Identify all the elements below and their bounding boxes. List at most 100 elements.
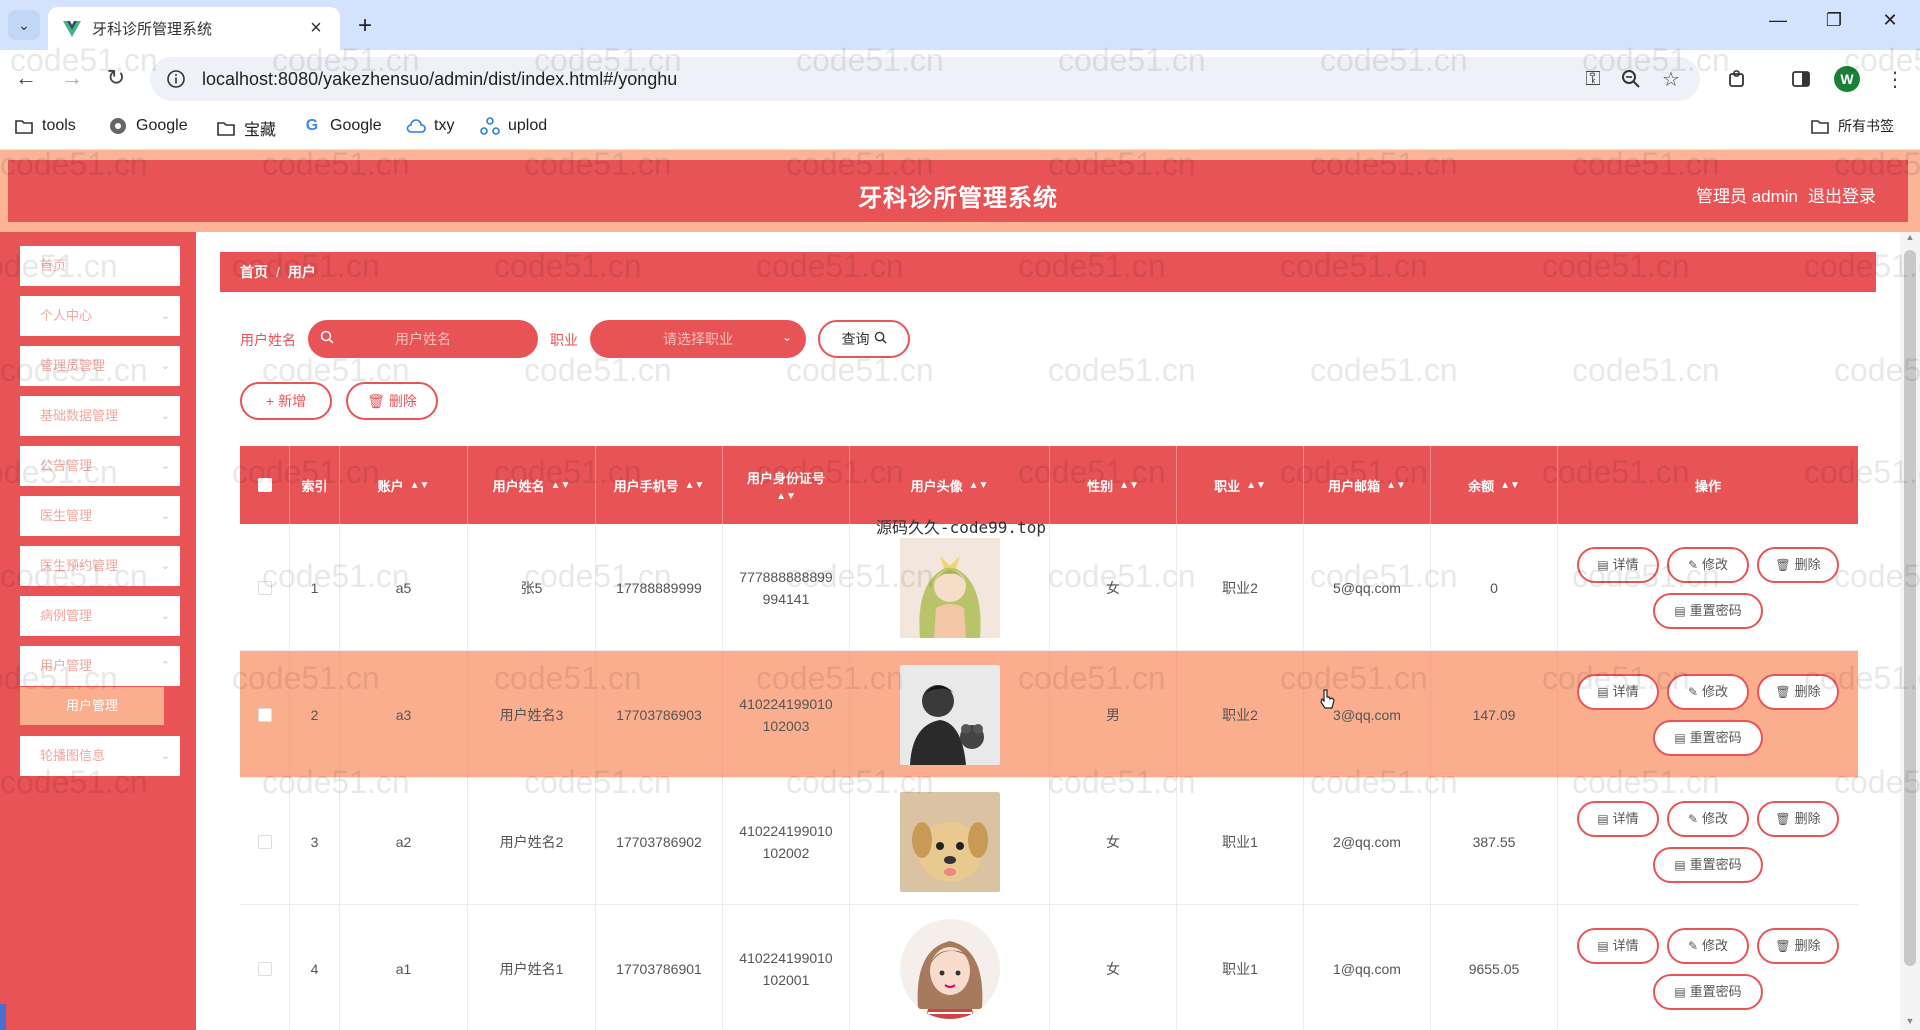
cell-avatar	[850, 778, 1050, 905]
sidebar-item-doctors[interactable]: 医生管理 ⌄	[20, 496, 180, 536]
job-filter-select[interactable]: 请选择职业 ⌄	[590, 320, 806, 358]
row-checkbox[interactable]	[240, 651, 290, 778]
bookmark-txy[interactable]: txy	[406, 116, 454, 136]
col-balance[interactable]: 余额 ▲▼	[1431, 446, 1558, 524]
scroll-up-icon[interactable]: ▲	[1904, 232, 1916, 242]
cell-index: 2	[290, 651, 340, 778]
bookmark-google-2[interactable]: G Google	[302, 116, 382, 136]
document-icon: ▤	[1597, 557, 1609, 572]
detail-button[interactable]: ▤ 详情	[1577, 800, 1659, 837]
query-button[interactable]: 查询	[818, 320, 910, 358]
folder-icon	[1810, 116, 1830, 136]
avatar-image-girl-green-hair[interactable]	[899, 537, 1000, 638]
col-avatar[interactable]: 用户头像 ▲▼	[850, 446, 1050, 524]
cell-index: 4	[290, 905, 340, 1030]
new-tab-button[interactable]: +	[352, 12, 378, 40]
sidebar-item-home[interactable]: 首页	[20, 246, 180, 286]
chevron-down-icon: ⌄	[160, 460, 170, 472]
minimize-icon[interactable]: —	[1758, 10, 1798, 31]
name-filter-input[interactable]: 用户姓名	[308, 320, 538, 358]
select-all-checkbox[interactable]	[240, 446, 290, 524]
col-name[interactable]: 用户姓名 ▲▼	[468, 446, 596, 524]
bookmark-treasure[interactable]: 宝藏	[216, 116, 276, 140]
breadcrumb-home[interactable]: 首页	[240, 264, 268, 280]
detail-button[interactable]: ▤ 详情	[1577, 546, 1659, 583]
sidebar-item-cases[interactable]: 病例管理 ⌄	[20, 596, 180, 636]
detail-button[interactable]: ▤ 详情	[1577, 673, 1659, 710]
chevron-down-icon: ⌄	[160, 410, 170, 422]
col-phone[interactable]: 用户手机号 ▲▼	[596, 446, 723, 524]
avatar-image-man-bw[interactable]	[899, 664, 1000, 765]
edit-button[interactable]: ✎ 修改	[1667, 800, 1749, 837]
chevron-down-icon: ⌄	[160, 750, 170, 762]
sidebar-item-basic-data[interactable]: 基础数据管理 ⌄	[20, 396, 180, 436]
profile-avatar[interactable]: W	[1832, 64, 1862, 94]
sidebar-item-admins[interactable]: 管理员管理 ⌄	[20, 346, 180, 386]
sidebar-item-profile[interactable]: 个人中心 ⌄	[20, 296, 180, 336]
scroll-down-icon[interactable]: ▼	[1904, 1016, 1916, 1026]
bookmark-google-1[interactable]: Google	[108, 116, 188, 136]
add-button[interactable]: + 新增	[240, 382, 332, 420]
side-indicator	[0, 1004, 6, 1030]
window-close-icon[interactable]: ✕	[1870, 10, 1910, 31]
row-checkbox[interactable]	[240, 905, 290, 1030]
edit-button[interactable]: ✎ 修改	[1667, 927, 1749, 964]
reset-password-button[interactable]: ▤ 重置密码	[1653, 846, 1763, 883]
reset-password-button[interactable]: ▤ 重置密码	[1653, 719, 1763, 756]
edit-button[interactable]: ✎ 修改	[1667, 546, 1749, 583]
sidebar-item-appointments[interactable]: 医生预约管理 ⌄	[20, 546, 180, 586]
reset-password-button[interactable]: ▤ 重置密码	[1653, 973, 1763, 1010]
overlay-watermark-text: 源码久久-code99.top	[876, 518, 1046, 537]
col-id-number[interactable]: 用户身份证号 ▲▼	[723, 446, 850, 524]
bookmark-tools[interactable]: tools	[14, 116, 76, 136]
col-email[interactable]: 用户邮箱 ▲▼	[1304, 446, 1431, 524]
reload-icon[interactable]: ↻	[100, 62, 132, 94]
forward-icon[interactable]: →	[56, 62, 88, 94]
avatar-image-puppy[interactable]	[899, 791, 1000, 892]
document-icon: ▤	[1674, 603, 1686, 618]
address-bar[interactable]: localhost:8080/yakezhensuo/admin/dist/in…	[150, 57, 1700, 101]
site-info-icon[interactable]	[162, 65, 190, 93]
sidebar-item-carousel[interactable]: 轮播图信息 ⌄	[20, 736, 180, 776]
chevron-down-icon: ⌄	[18, 16, 30, 33]
bookmark-star-icon[interactable]: ☆	[1656, 64, 1686, 94]
all-bookmarks[interactable]: 所有书签	[1810, 116, 1894, 136]
cell-actions: ▤ 详情 ✎ 修改 🗑︎ 删除 ▤ 重置密码	[1558, 651, 1858, 778]
restore-icon[interactable]: ❐	[1814, 10, 1854, 31]
key-icon[interactable]: ⚿	[1578, 64, 1608, 94]
delete-button[interactable]: 🗑︎ 删除	[1757, 800, 1839, 837]
extensions-icon[interactable]	[1722, 64, 1752, 94]
tab-close-icon[interactable]: ×	[306, 17, 326, 40]
batch-delete-button[interactable]: 🗑︎ 删除	[346, 382, 438, 420]
reset-password-button[interactable]: ▤ 重置密码	[1653, 592, 1763, 629]
zoom-icon[interactable]	[1616, 64, 1646, 94]
bookmark-uplod[interactable]: uplod	[480, 116, 547, 136]
delete-button[interactable]: 🗑︎ 删除	[1757, 673, 1839, 710]
col-account[interactable]: 账户 ▲▼	[340, 446, 468, 524]
detail-button[interactable]: ▤ 详情	[1577, 927, 1659, 964]
cell-gender: 女	[1050, 778, 1177, 905]
browser-menu-icon[interactable]: ⋮	[1880, 64, 1910, 94]
vue-logo-icon	[62, 20, 82, 38]
delete-button[interactable]: 🗑︎ 删除	[1757, 927, 1839, 964]
page-scrollbar[interactable]: ▲ ▼	[1900, 232, 1920, 1030]
cell-index: 3	[290, 778, 340, 905]
avatar-image-girl-illustration[interactable]	[899, 918, 1000, 1019]
row-checkbox[interactable]	[240, 524, 290, 651]
sidebar-item-users[interactable]: 用户管理 ⌃	[20, 646, 180, 686]
mouse-cursor-icon	[1320, 689, 1335, 709]
sidebar-subitem-users[interactable]: 用户管理	[20, 687, 164, 725]
sidebar-item-notices[interactable]: 公告管理 ⌄	[20, 446, 180, 486]
row-checkbox[interactable]	[240, 778, 290, 905]
tab-search-button[interactable]: ⌄	[8, 10, 40, 40]
side-panel-icon[interactable]	[1786, 64, 1816, 94]
back-icon[interactable]: ←	[10, 62, 42, 94]
delete-button[interactable]: 🗑︎ 删除	[1757, 546, 1839, 583]
col-job[interactable]: 职业 ▲▼	[1177, 446, 1304, 524]
browser-tab-active[interactable]: 牙科诊所管理系统 ×	[48, 7, 340, 50]
scroll-thumb[interactable]	[1904, 250, 1916, 966]
logout-link[interactable]: 退出登录	[1808, 182, 1876, 207]
chevron-down-icon: ⌄	[160, 360, 170, 372]
col-gender[interactable]: 性别 ▲▼	[1050, 446, 1177, 524]
edit-button[interactable]: ✎ 修改	[1667, 673, 1749, 710]
